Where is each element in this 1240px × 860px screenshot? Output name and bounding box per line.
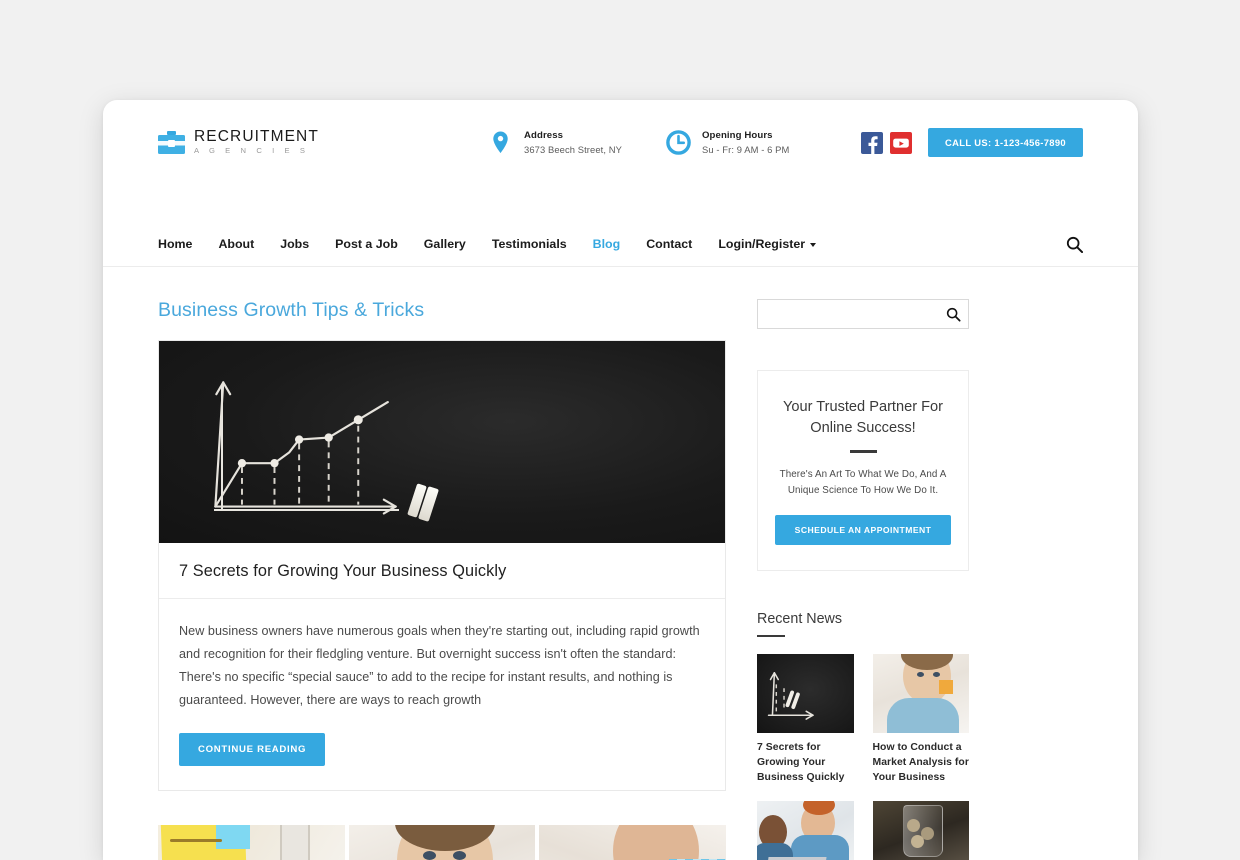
nav-item-post-a-job[interactable]: Post a Job bbox=[335, 235, 398, 253]
post-body: New business owners have numerous goals … bbox=[159, 599, 725, 790]
address-label: Address bbox=[524, 129, 564, 141]
nav-link-label[interactable]: Jobs bbox=[280, 237, 309, 251]
recent-news-thumbnail[interactable] bbox=[872, 800, 969, 860]
nav-link-label[interactable]: Blog bbox=[593, 237, 621, 251]
nav-item-gallery[interactable]: Gallery bbox=[424, 235, 466, 253]
clock-icon bbox=[666, 130, 691, 155]
recent-news-title[interactable]: 7 Secrets for Growing Your Business Quic… bbox=[757, 741, 854, 785]
sidebar-search bbox=[757, 299, 969, 329]
nav-item-list: Home About Jobs Post a Job Gallery Testimonia… bbox=[158, 235, 817, 253]
header-top-bar: RECRUITMENT A G E N C I E S Address 3673… bbox=[158, 128, 1083, 157]
recent-news-heading: Recent News bbox=[757, 610, 843, 627]
header-address-block: Address 3673 Beech Street, NY bbox=[488, 129, 622, 157]
promo-title: Your Trusted Partner For Online Success! bbox=[782, 399, 944, 436]
recent-news-thumbnail[interactable] bbox=[757, 800, 854, 860]
blog-post-card: 7 Secrets for Growing Your Business Quic… bbox=[158, 340, 726, 791]
site-logo[interactable]: RECRUITMENT A G E N C I E S bbox=[158, 127, 488, 157]
post-hero-image bbox=[159, 341, 725, 543]
nav-item-jobs[interactable]: Jobs bbox=[280, 235, 309, 253]
nav-link-label[interactable]: Login/Register bbox=[718, 237, 817, 251]
nav-link-label[interactable]: Gallery bbox=[424, 237, 466, 251]
recent-news-item[interactable]: Small Business Financing Options bbox=[872, 800, 969, 860]
header-actions: CALL US: 1-123-456-7890 bbox=[861, 128, 1083, 157]
teaser-image-strip bbox=[158, 824, 726, 860]
nav-item-testimonials[interactable]: Testimonials bbox=[492, 235, 567, 253]
search-input[interactable] bbox=[758, 300, 938, 328]
address-value: 3673 Beech Street, NY bbox=[524, 143, 622, 155]
recent-news-divider bbox=[757, 634, 785, 638]
page-title: Business Growth Tips & Tricks bbox=[158, 299, 425, 321]
header-hours-block: Opening Hours Su - Fr: 9 AM - 6 PM bbox=[666, 129, 789, 157]
teaser-plaid-person[interactable] bbox=[539, 824, 726, 860]
nav-link-label[interactable]: Contact bbox=[646, 237, 692, 251]
nav-item-home[interactable]: Home bbox=[158, 235, 192, 253]
promo-widget: Your Trusted Partner For Online Success!… bbox=[757, 370, 969, 571]
header-search-icon[interactable] bbox=[1066, 236, 1083, 253]
recent-news-grid: 7 Secrets for Growing Your Business Quic… bbox=[757, 654, 969, 860]
nav-link-label[interactable]: About bbox=[218, 237, 254, 251]
nav-item-contact[interactable]: Contact bbox=[646, 235, 692, 253]
post-excerpt: New business owners have numerous goals … bbox=[179, 624, 700, 707]
recent-news-item[interactable]: The Pros and Cons of Business bbox=[757, 800, 854, 860]
nav-item-blog[interactable]: Blog bbox=[593, 235, 621, 253]
youtube-icon[interactable] bbox=[890, 131, 913, 154]
nav-item-login-register[interactable]: Login/Register bbox=[718, 235, 817, 253]
post-title-wrap: 7 Secrets for Growing Your Business Quic… bbox=[159, 543, 725, 599]
chevron-down-icon bbox=[810, 242, 817, 247]
logo-primary-text: RECRUITMENT bbox=[194, 127, 319, 145]
recent-news-thumbnail[interactable] bbox=[757, 654, 854, 734]
page-content: Business Growth Tips & Tricks 7 Secrets … bbox=[103, 267, 1138, 860]
map-pin-icon bbox=[488, 130, 513, 155]
promo-divider bbox=[849, 450, 877, 454]
recent-news-widget: Recent News 7 Secrets for Growing Your B… bbox=[757, 611, 969, 860]
nav-link-label[interactable]: Home bbox=[158, 237, 192, 251]
hours-label: Opening Hours bbox=[702, 129, 773, 141]
post-title[interactable]: 7 Secrets for Growing Your Business Quic… bbox=[179, 562, 705, 581]
recent-news-title[interactable]: How to Conduct a Market Analysis for You… bbox=[873, 741, 970, 785]
main-column: Business Growth Tips & Tricks 7 Secrets … bbox=[158, 299, 726, 860]
sidebar: Your Trusted Partner For Online Success!… bbox=[757, 299, 969, 860]
continue-reading-button[interactable]: CONTINUE READING bbox=[179, 732, 326, 766]
recent-news-thumbnail[interactable] bbox=[872, 654, 969, 734]
site-header: RECRUITMENT A G E N C I E S Address 3673… bbox=[103, 100, 1138, 222]
main-navigation: Home About Jobs Post a Job Gallery Testimonia… bbox=[103, 222, 1138, 267]
briefcase-icon bbox=[158, 130, 185, 155]
search-submit-icon[interactable] bbox=[938, 300, 968, 328]
logo-secondary-text: A G E N C I E S bbox=[194, 145, 310, 155]
facebook-icon[interactable] bbox=[861, 131, 884, 154]
recent-news-item[interactable]: 7 Secrets for Growing Your Business Quic… bbox=[757, 654, 854, 785]
nav-link-label[interactable]: Post a Job bbox=[335, 237, 398, 251]
schedule-appointment-button[interactable]: SCHEDULE AN APPOINTMENT bbox=[775, 514, 951, 545]
nav-link-label[interactable]: Testimonials bbox=[492, 237, 567, 251]
teaser-woman-thinking[interactable] bbox=[348, 824, 536, 860]
promo-subtitle: There's An Art To What We Do, And A Uniq… bbox=[779, 469, 947, 496]
site-page-card: RECRUITMENT A G E N C I E S Address 3673… bbox=[103, 100, 1138, 860]
nav-item-about[interactable]: About bbox=[218, 235, 254, 253]
teaser-sticky-notes[interactable] bbox=[158, 824, 345, 860]
header-info-group: Address 3673 Beech Street, NY Opening Ho… bbox=[488, 129, 789, 157]
recent-news-item[interactable]: How to Conduct a Market Analysis for You… bbox=[872, 654, 970, 785]
hours-value: Su - Fr: 9 AM - 6 PM bbox=[702, 143, 790, 155]
call-us-button[interactable]: CALL US: 1-123-456-7890 bbox=[928, 128, 1083, 157]
